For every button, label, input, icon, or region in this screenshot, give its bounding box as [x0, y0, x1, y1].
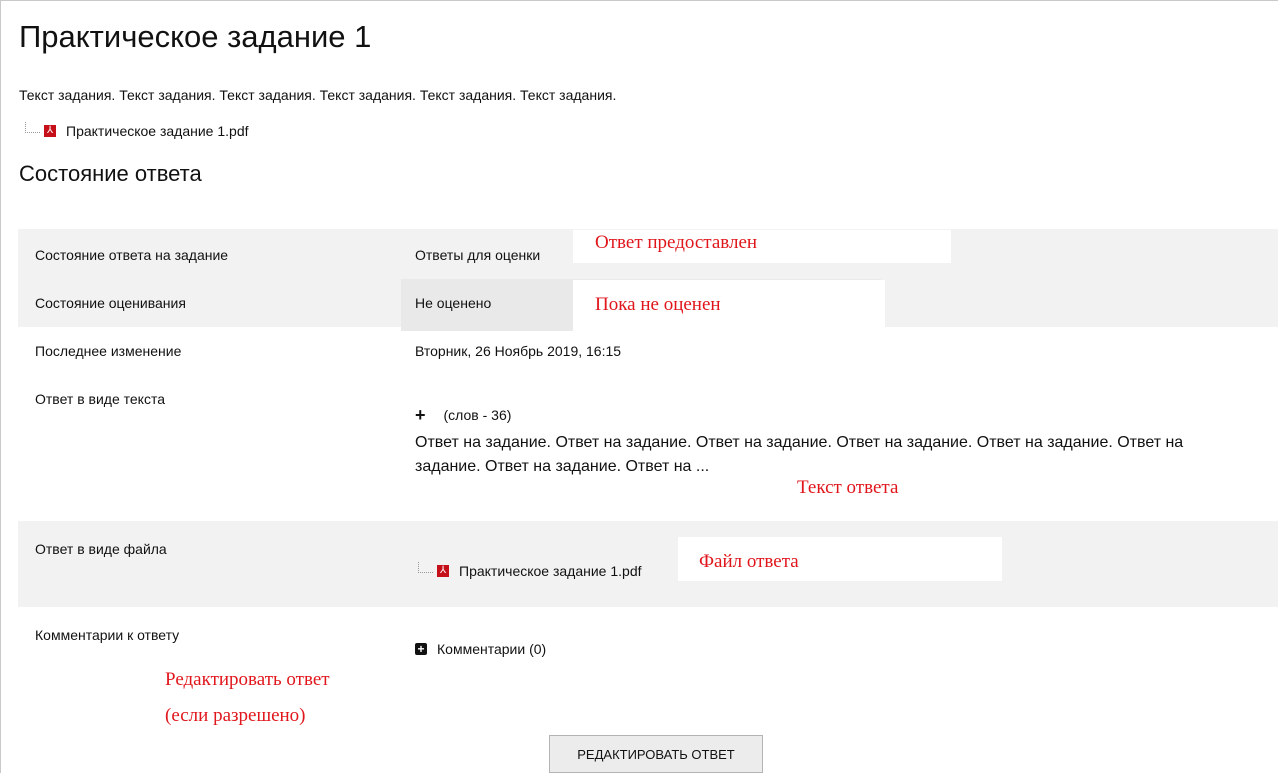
annotation-submitted: Ответ предоставлен	[595, 232, 758, 253]
online-text-label: Ответ в виде текста	[35, 391, 165, 407]
status-row-file-submission: Ответ в виде файла ⅄ Практическое задани…	[18, 521, 1278, 607]
assignment-description: Текст задания. Текст задания. Текст зада…	[19, 87, 617, 103]
last-modified-value: Вторник, 26 Ноябрь 2019, 16:15	[415, 343, 622, 359]
grading-status-label: Состояние оценивания	[35, 295, 186, 311]
pdf-icon: ⅄	[437, 565, 449, 577]
plus-icon[interactable]: +	[415, 406, 426, 424]
file-submission-label: Ответ в виде файла	[35, 541, 167, 557]
annotation-answer-file: Файл ответа	[699, 551, 799, 572]
page-title: Практическое задание 1	[19, 19, 372, 54]
submission-status-label: Состояние ответа на задание	[35, 247, 229, 263]
pdf-icon: ⅄	[44, 125, 56, 137]
tree-connector	[418, 561, 433, 573]
tree-connector	[25, 121, 40, 133]
assignment-attachment[interactable]: ⅄ Практическое задание 1.pdf	[25, 121, 249, 139]
edit-submission-button[interactable]: РЕДАКТИРОВАТЬ ОТВЕТ	[549, 735, 763, 773]
assignment-page: Практическое задание 1 Текст задания. Те…	[0, 0, 1278, 773]
last-modified-label: Последнее изменение	[35, 343, 182, 359]
answer-text-line: задание. Ответ на задание. Ответ на ...	[415, 458, 710, 475]
submitted-file-link[interactable]: Практическое задание 1.pdf	[459, 563, 642, 579]
answer-text-line: Ответ на задание. Ответ на задание. Отве…	[415, 434, 1184, 451]
comments-toggle[interactable]: + Комментарии (0)	[415, 641, 546, 657]
submission-status-heading: Состояние ответа	[19, 161, 202, 186]
annotation-edit-line1: Редактировать ответ	[165, 669, 330, 690]
annotation-not-graded: Пока не оценен	[595, 294, 721, 315]
word-count: (слов - 36)	[443, 407, 512, 423]
expand-text-toggle[interactable]: + (слов - 36)	[415, 406, 512, 424]
attachment-link[interactable]: Практическое задание 1.pdf	[66, 123, 249, 139]
annotation-edit-line2: (если разрешено)	[165, 705, 306, 726]
plus-square-icon[interactable]: +	[415, 643, 427, 655]
submission-status-value: Ответы для оценки	[415, 247, 541, 263]
status-row-last-modified: Последнее изменение Вторник, 26 Ноябрь 2…	[18, 327, 1278, 375]
comments-label: Комментарии к ответу	[35, 627, 180, 643]
submitted-file[interactable]: ⅄ Практическое задание 1.pdf	[418, 561, 642, 579]
answer-text-preview: Ответ на задание. Ответ на задание. Отве…	[415, 431, 1275, 479]
status-row-online-text: Ответ в виде текста + (слов - 36) Ответ …	[18, 375, 1278, 521]
grading-status-value: Не оценено	[415, 295, 492, 311]
comments-link[interactable]: Комментарии (0)	[437, 641, 546, 657]
annotation-answer-text: Текст ответа	[797, 477, 899, 498]
